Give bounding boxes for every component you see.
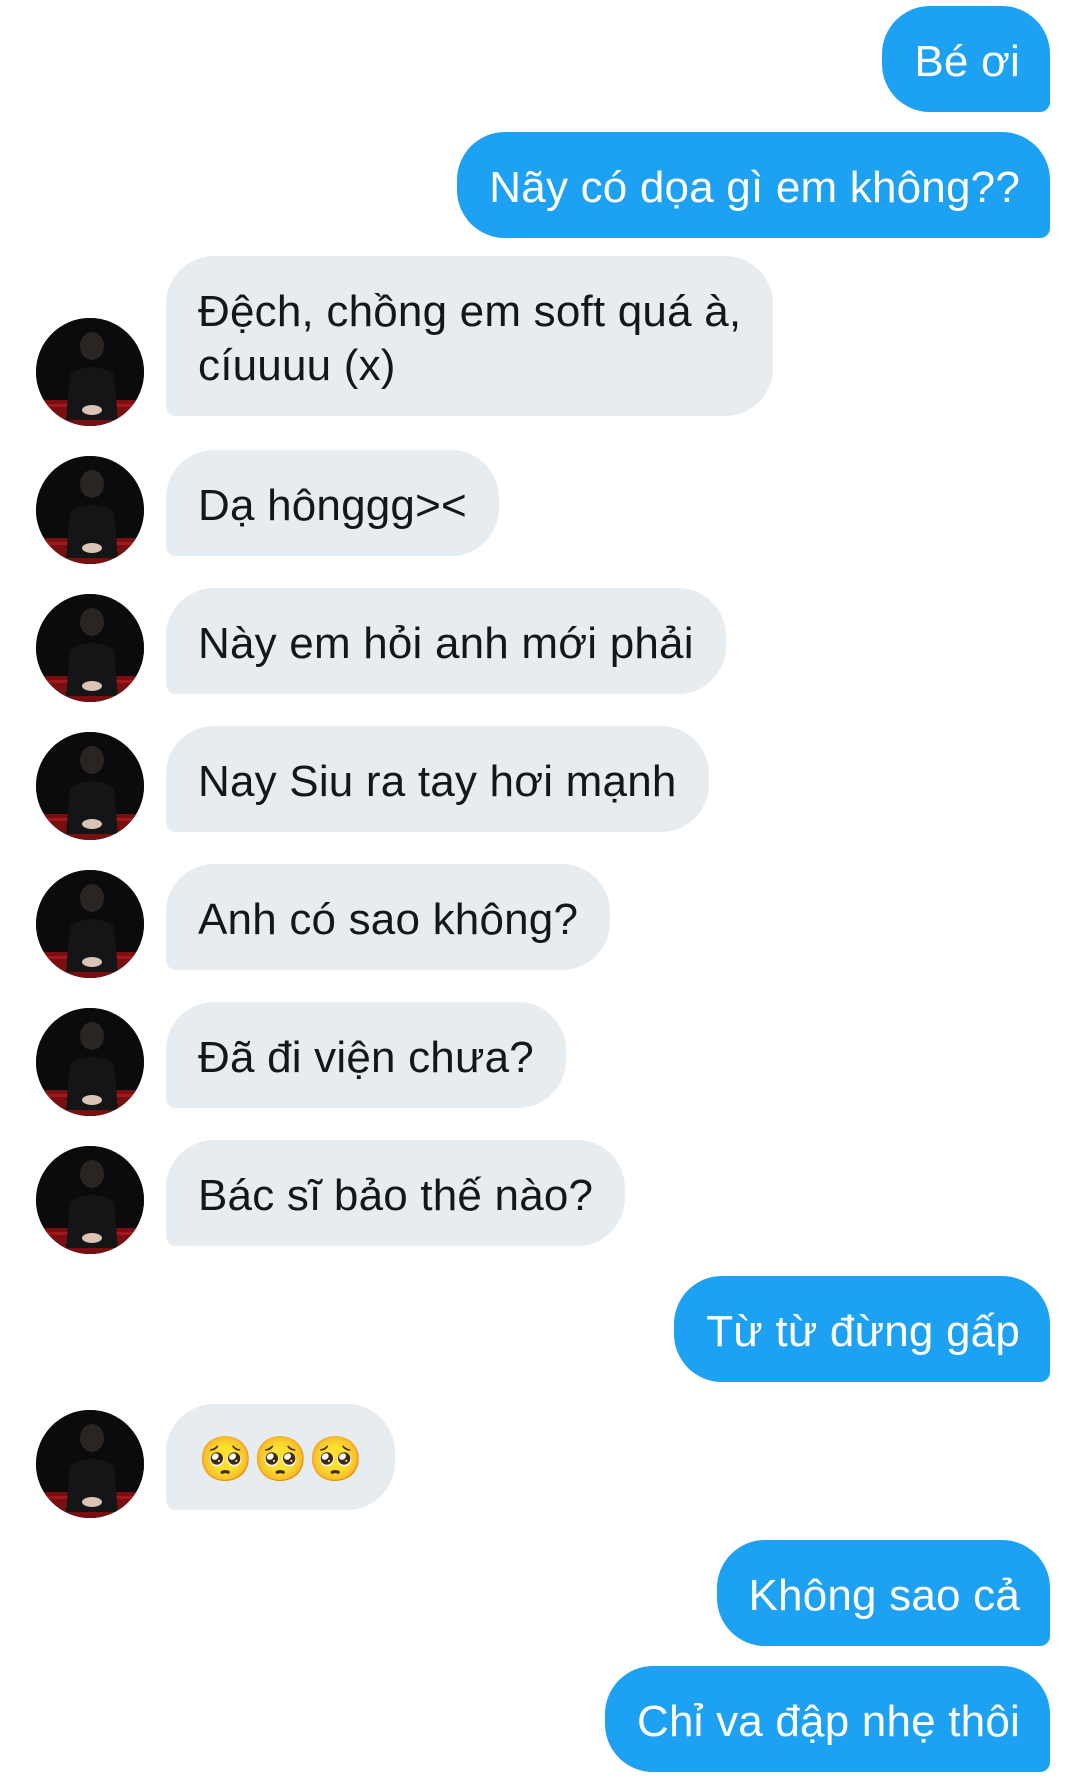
sent-message[interactable]: Chỉ va đập nhẹ thôi [605,1666,1050,1772]
profile-photo-icon[interactable] [36,1008,144,1116]
received-message[interactable]: Này em hỏi anh mới phải [166,588,726,694]
profile-photo-icon[interactable] [36,1146,144,1254]
sent-message[interactable]: Nãy có dọa gì em không?? [457,132,1050,238]
profile-photo-icon[interactable] [36,318,144,426]
profile-photo-icon-graphic [36,1410,144,1518]
received-message[interactable]: Bác sĩ bảo thế nào? [166,1140,626,1246]
profile-photo-icon[interactable] [36,870,144,978]
profile-photo-icon-graphic [36,318,144,426]
profile-photo-icon-graphic [36,1008,144,1116]
received-message[interactable]: Dạ hônggg>< [166,450,499,556]
profile-photo-icon-graphic [36,732,144,840]
profile-photo-icon[interactable] [36,594,144,702]
profile-photo-icon-graphic [36,594,144,702]
sent-message[interactable]: Từ từ đừng gấp [674,1276,1050,1382]
received-message[interactable]: 🥺🥺🥺 [166,1404,395,1510]
profile-photo-icon-graphic [36,1146,144,1254]
received-message[interactable]: Đệch, chồng em soft quá à, cíuuuu (x) [166,256,774,416]
profile-photo-icon-graphic [36,870,144,978]
sent-message[interactable]: Bé ơi [882,6,1050,112]
sent-message[interactable]: Không sao cả [716,1540,1050,1646]
received-message[interactable]: Nay Siu ra tay hơi mạnh [166,726,709,832]
profile-photo-icon[interactable] [36,456,144,564]
received-message[interactable]: Đã đi viện chưa? [166,1002,566,1108]
profile-photo-icon[interactable] [36,1410,144,1518]
profile-photo-icon[interactable] [36,732,144,840]
received-message[interactable]: Anh có sao không? [166,864,611,970]
profile-photo-icon-graphic [36,456,144,564]
